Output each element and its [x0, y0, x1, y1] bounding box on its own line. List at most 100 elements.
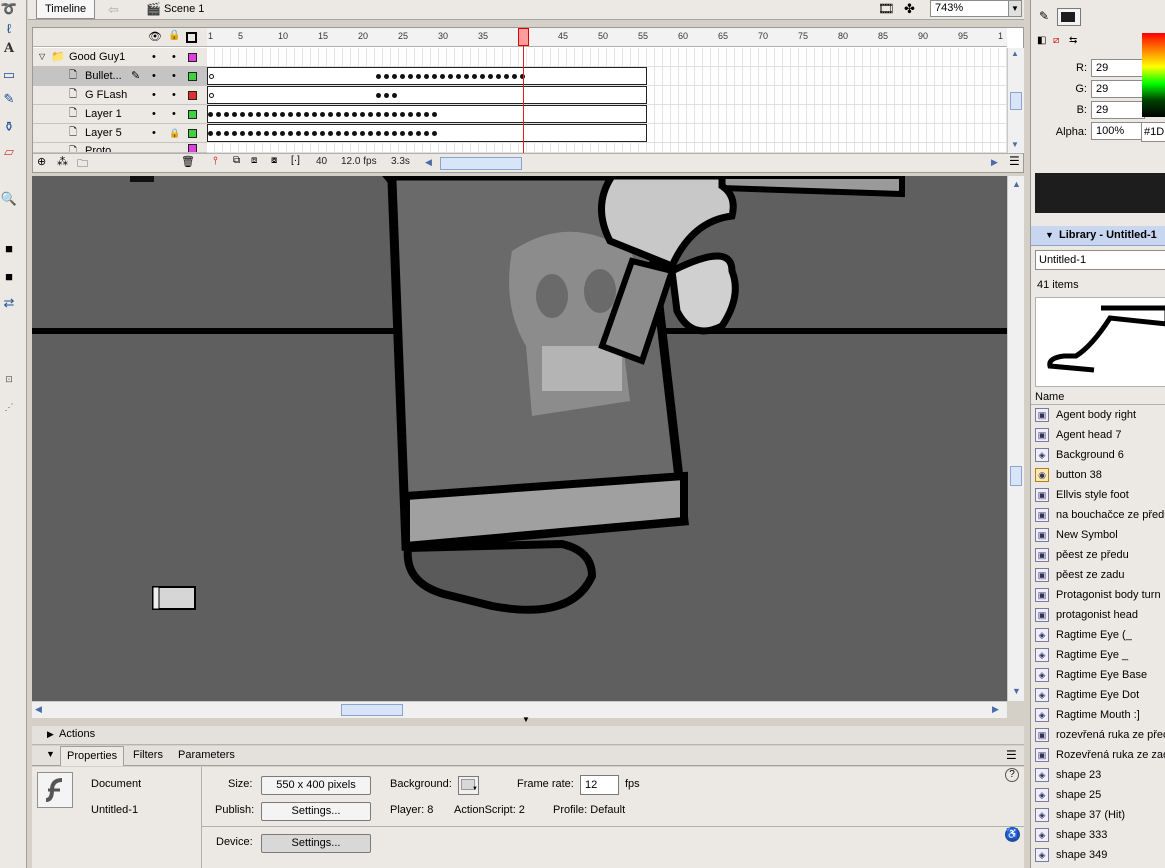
- onion-outline-icon[interactable]: ⧈: [251, 155, 257, 166]
- fill-color-icon[interactable]: ■: [0, 268, 18, 286]
- keyframe-dot[interactable]: [400, 74, 405, 79]
- actions-label[interactable]: Actions: [59, 728, 95, 740]
- keyframe-dot[interactable]: [400, 112, 405, 117]
- keyframe-dot[interactable]: [424, 112, 429, 117]
- timeline-menu-icon[interactable]: ☰: [1009, 154, 1020, 168]
- keyframe-dot[interactable]: [432, 74, 437, 79]
- keyframe-dot[interactable]: [384, 74, 389, 79]
- library-item[interactable]: ◈ Background 6: [1033, 445, 1165, 465]
- add-guide-icon[interactable]: ⁂: [57, 155, 68, 168]
- empty-keyframe[interactable]: [209, 93, 214, 98]
- keyframe-dot[interactable]: [464, 74, 469, 79]
- keyframe-dot[interactable]: [216, 112, 221, 117]
- keyframe-dot[interactable]: [376, 93, 381, 98]
- panel-splitter[interactable]: ▼: [32, 715, 1024, 726]
- lock-dot[interactable]: •: [172, 86, 176, 104]
- layer-color-swatch[interactable]: [188, 91, 197, 100]
- library-header[interactable]: ▼ Library - Untitled-1: [1031, 226, 1165, 246]
- library-item[interactable]: ◈ Ragtime Eye _: [1033, 645, 1165, 665]
- library-item[interactable]: ▣ Agent body right: [1033, 405, 1165, 425]
- lock-dot[interactable]: •: [172, 67, 176, 85]
- scroll-down-icon[interactable]: ▼: [1011, 140, 1019, 149]
- keyframe-dot[interactable]: [504, 74, 509, 79]
- swap-colors-icon[interactable]: ⇆: [1069, 35, 1077, 46]
- keyframe-dot[interactable]: [376, 74, 381, 79]
- frames-row-good-guy1[interactable]: [207, 48, 1007, 67]
- rectangle-tool-icon[interactable]: ▭: [0, 66, 18, 84]
- library-document-select[interactable]: Untitled-1: [1035, 250, 1165, 270]
- scroll-up-icon[interactable]: ▲: [1012, 179, 1021, 189]
- keyframe-dot[interactable]: [360, 131, 365, 136]
- frames-row-g-flash[interactable]: [207, 86, 1007, 105]
- layer-row-good-guy1[interactable]: ▽ 📁 Good Guy1 • •: [33, 48, 207, 67]
- lock-icon[interactable]: 🔒: [169, 124, 180, 142]
- hex-input[interactable]: #1D: [1141, 122, 1165, 142]
- keyframe-dot[interactable]: [272, 112, 277, 117]
- keyframe-dot[interactable]: [392, 131, 397, 136]
- keyframe-dot[interactable]: [408, 74, 413, 79]
- keyframe-dot[interactable]: [280, 112, 285, 117]
- keyframe-dot[interactable]: [424, 131, 429, 136]
- keyframe-dot[interactable]: [336, 112, 341, 117]
- edit-scene-icon[interactable]: 🎞: [878, 1, 895, 17]
- keyframe-dot[interactable]: [408, 131, 413, 136]
- library-item[interactable]: ◈ shape 25: [1033, 785, 1165, 805]
- layer-color-swatch[interactable]: [188, 110, 197, 119]
- keyframe-dot[interactable]: [296, 131, 301, 136]
- layer-row-g-flash[interactable]: 🗋 G FLash • •: [33, 86, 207, 105]
- keyframe-dot[interactable]: [472, 74, 477, 79]
- library-column-header[interactable]: Name: [1031, 390, 1165, 405]
- keyframe-dot[interactable]: [352, 112, 357, 117]
- keyframe-dot[interactable]: [224, 131, 229, 136]
- keyframe-dot[interactable]: [256, 131, 261, 136]
- library-item[interactable]: ▣ Ellvis style foot: [1033, 485, 1165, 505]
- keyframe-dot[interactable]: [304, 131, 309, 136]
- scroll-right-icon[interactable]: ▶: [991, 157, 998, 168]
- library-item[interactable]: ▣ New Symbol: [1033, 525, 1165, 545]
- keyframe-dot[interactable]: [488, 74, 493, 79]
- actions-panel-bar[interactable]: ▶ Actions: [32, 726, 1024, 745]
- stage-vscroll[interactable]: ▲ ▼: [1007, 176, 1024, 701]
- keyframe-dot[interactable]: [296, 112, 301, 117]
- stage[interactable]: [32, 176, 1007, 701]
- keyframe-dot[interactable]: [416, 112, 421, 117]
- library-item[interactable]: ▣ Protagonist body turn: [1033, 585, 1165, 605]
- keyframe-dot[interactable]: [512, 74, 517, 79]
- accessibility-icon[interactable]: ♿: [1005, 827, 1020, 842]
- library-item[interactable]: ▣ Agent head 7: [1033, 425, 1165, 445]
- scroll-down-icon[interactable]: ▼: [1012, 686, 1021, 696]
- keyframe-dot[interactable]: [384, 93, 389, 98]
- edit-symbols-icon[interactable]: ✤: [904, 1, 915, 17]
- layer-row-layer-1[interactable]: 🗋 Layer 1 • •: [33, 105, 207, 124]
- keyframe-dot[interactable]: [240, 112, 245, 117]
- keyframe-dot[interactable]: [312, 112, 317, 117]
- alpha-input[interactable]: 100%: [1091, 122, 1145, 140]
- keyframe-dot[interactable]: [376, 112, 381, 117]
- keyframe-dot[interactable]: [208, 112, 213, 117]
- keyframe-dot[interactable]: [280, 131, 285, 136]
- lock-dot[interactable]: •: [172, 105, 176, 123]
- keyframe-dot[interactable]: [448, 74, 453, 79]
- lock-icon[interactable]: 🔒: [168, 30, 180, 41]
- lock-dot[interactable]: •: [172, 48, 176, 66]
- ink-bottle-icon[interactable]: ⚱: [0, 118, 18, 136]
- scroll-left-icon[interactable]: ◀: [425, 157, 432, 168]
- playhead[interactable]: [523, 28, 524, 154]
- keyframe-dot[interactable]: [288, 131, 293, 136]
- keyframe-dot[interactable]: [376, 131, 381, 136]
- lasso-icon[interactable]: ➰: [0, 0, 18, 18]
- no-color-icon[interactable]: ⧄: [1053, 35, 1059, 46]
- keyframe-dot[interactable]: [328, 131, 333, 136]
- layer-row-bullet[interactable]: 🗋 Bullet... ✎ • •: [33, 67, 207, 86]
- zoom-select[interactable]: 743%: [930, 0, 1020, 17]
- tab-properties[interactable]: Properties: [60, 746, 125, 766]
- library-item[interactable]: ▣ pěest ze předu: [1033, 545, 1165, 565]
- panel-menu-icon[interactable]: ☰: [1006, 748, 1017, 762]
- lasso-tool-icon[interactable]: ℓ: [0, 20, 18, 38]
- playhead-handle[interactable]: [518, 28, 529, 46]
- help-icon[interactable]: ?: [1005, 768, 1019, 782]
- keyframe-dot[interactable]: [392, 112, 397, 117]
- library-item[interactable]: ◈ shape 333: [1033, 825, 1165, 845]
- library-item[interactable]: ▣ Rozevřená ruka ze zadu: [1033, 745, 1165, 765]
- visible-dot[interactable]: •: [152, 86, 156, 104]
